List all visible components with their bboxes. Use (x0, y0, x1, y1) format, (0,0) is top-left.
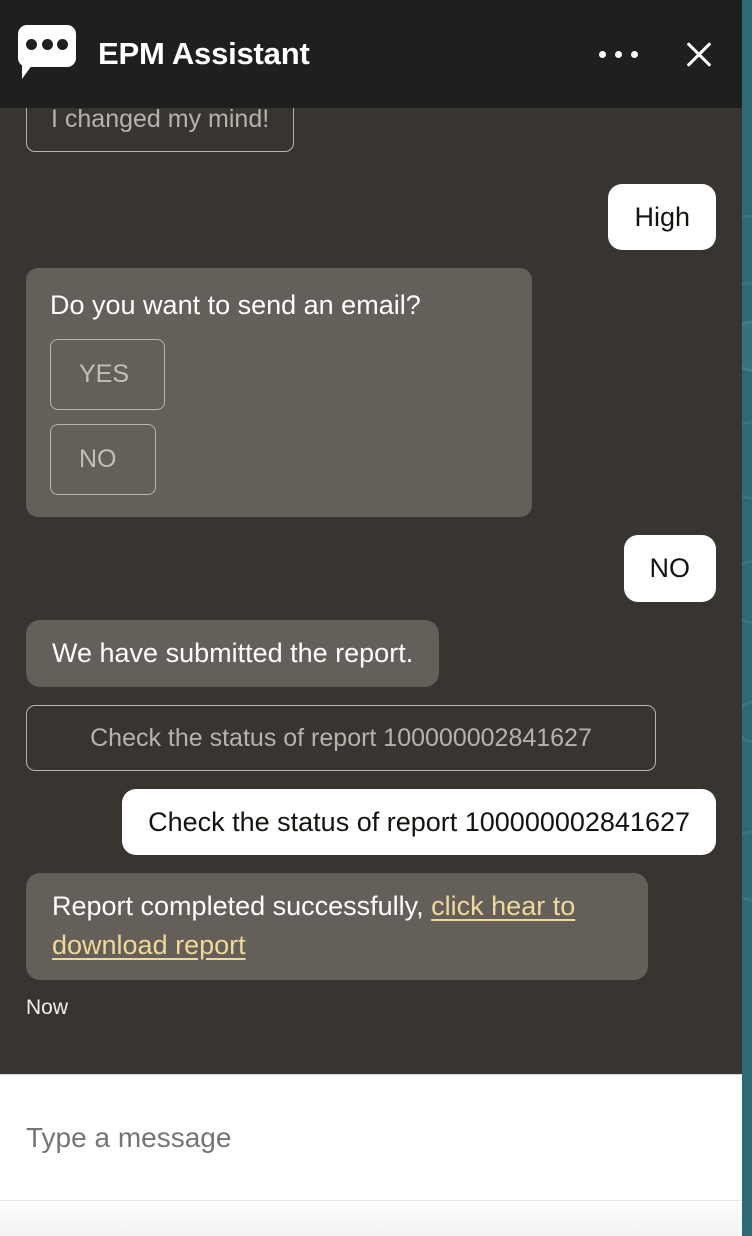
email-prompt-card: Do you want to send an email? YES NO (26, 268, 532, 518)
message-input[interactable] (26, 1121, 716, 1154)
bot-message-completed: Report completed successfully, click hea… (26, 873, 648, 980)
quick-reply-check-status[interactable]: Check the status of report 1000000028416… (26, 704, 656, 771)
message-list[interactable]: I changed my mind! High Do you want to s… (0, 108, 742, 1074)
message-row: Check the status of report 1000000028416… (0, 704, 742, 771)
chat-header: EPM Assistant (0, 0, 742, 108)
message-row: Report completed successfully, click hea… (0, 873, 742, 980)
page-title: EPM Assistant (98, 36, 310, 71)
choice-no-button[interactable]: NO (50, 424, 156, 496)
message-row: Do you want to send an email? YES NO (0, 268, 742, 518)
header-actions (593, 37, 716, 71)
message-composer (0, 1074, 742, 1200)
choice-yes-button[interactable]: YES (50, 339, 165, 411)
chat-bubble-dots-icon (18, 25, 78, 83)
composer-toolbar (0, 1200, 742, 1236)
message-row: I changed my mind! (0, 108, 742, 166)
user-message-check-status: Check the status of report 1000000028416… (122, 788, 716, 856)
message-row: Check the status of report 1000000028416… (0, 788, 742, 856)
bot-message-submitted: We have submitted the report. (26, 619, 440, 687)
message-row: NO (0, 535, 742, 602)
bot-message-text: Report completed successfully, (52, 891, 432, 922)
card-question: Do you want to send an email? (50, 290, 421, 321)
quick-reply-changed-mind[interactable]: I changed my mind! (26, 108, 295, 152)
message-row: High (0, 184, 742, 251)
chat-widget: EPM Assistant I changed my mind! High Do… (0, 0, 742, 1236)
user-message-no: NO (623, 535, 716, 602)
message-row: We have submitted the report. (0, 619, 742, 687)
user-message-high: High (608, 184, 716, 251)
ellipsis-icon[interactable] (593, 45, 644, 64)
close-icon[interactable] (682, 37, 716, 71)
message-timestamp: Now (26, 995, 69, 1019)
